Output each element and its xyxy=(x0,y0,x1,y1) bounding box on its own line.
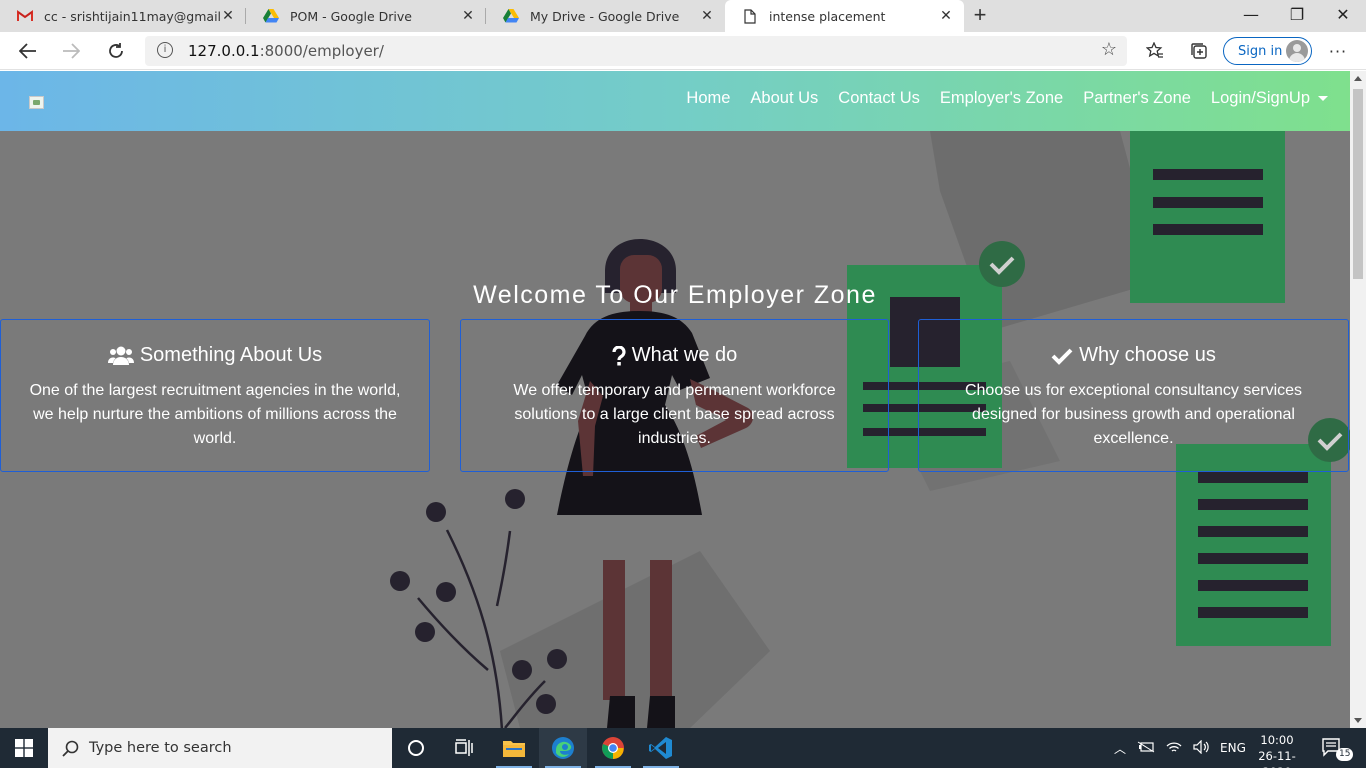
favorites-icon xyxy=(1146,42,1163,58)
tab-intense-placement[interactable]: intense placement ✕ xyxy=(725,0,964,32)
browser-tab-strip: cc - srishtijain11may@gmail.com ✕ POM - … xyxy=(0,0,1366,32)
chevron-up-icon[interactable]: ︿ xyxy=(1114,740,1126,757)
edge-icon xyxy=(552,737,574,759)
chrome-icon xyxy=(602,737,624,759)
windows-taskbar: Type here to search ︿ ENG 10:00 26-11-20… xyxy=(0,728,1366,768)
users-icon xyxy=(107,346,134,365)
taskbar-clock[interactable]: 10:00 26-11-2020 xyxy=(1246,732,1308,768)
question-icon xyxy=(612,345,626,365)
collections-icon xyxy=(1191,43,1207,59)
collections-button[interactable] xyxy=(1184,36,1214,66)
volume-icon[interactable] xyxy=(1193,739,1209,757)
wifi-icon[interactable] xyxy=(1166,740,1182,757)
scroll-down-arrow-icon[interactable] xyxy=(1354,718,1362,723)
windows-logo-icon xyxy=(15,739,33,757)
nav-links: Home About Us Contact Us Employer's Zone… xyxy=(686,89,1328,108)
card-what-we-do: What we do We offer temporary and perman… xyxy=(460,319,889,472)
browser-toolbar: i 127.0.0.1:8000/employer/ ☆ Sign in ··· xyxy=(0,32,1366,70)
avatar-icon xyxy=(1286,40,1308,62)
chrome-button[interactable] xyxy=(589,728,637,768)
file-explorer-button[interactable] xyxy=(490,728,538,768)
page-scrollbar[interactable] xyxy=(1350,71,1366,728)
card-title: Why choose us xyxy=(1079,344,1216,366)
favorites-button[interactable] xyxy=(1140,36,1170,66)
vscode-icon xyxy=(649,737,672,759)
forward-arrow-icon xyxy=(63,43,80,59)
nav-home[interactable]: Home xyxy=(686,89,730,108)
action-center-button[interactable]: 15 xyxy=(1312,728,1354,768)
nav-partners-zone[interactable]: Partner's Zone xyxy=(1083,89,1191,108)
card-why-choose-us: Why choose us Choose us for exceptional … xyxy=(918,319,1349,472)
settings-menu-button[interactable]: ··· xyxy=(1323,36,1353,66)
clock-date: 26-11-2020 xyxy=(1258,749,1296,768)
hero-section: Welcome To Our Employer Zone Something A… xyxy=(0,131,1350,728)
google-drive-icon xyxy=(502,8,520,24)
card-title: What we do xyxy=(631,344,738,366)
close-window-button[interactable]: ✕ xyxy=(1320,0,1366,32)
gmail-icon xyxy=(16,8,34,24)
close-icon[interactable]: ✕ xyxy=(938,8,954,24)
task-view-button[interactable] xyxy=(440,728,488,768)
document-card-top-right xyxy=(1130,131,1285,303)
battery-icon[interactable] xyxy=(1137,741,1155,756)
site-info-icon[interactable]: i xyxy=(157,42,173,58)
hero-title: Welcome To Our Employer Zone xyxy=(473,281,877,309)
vscode-button[interactable] xyxy=(637,728,685,768)
nav-login-signup-dropdown[interactable]: Login/SignUp xyxy=(1211,89,1328,108)
cortana-button[interactable] xyxy=(392,728,440,768)
start-button[interactable] xyxy=(0,728,48,768)
favorite-star-icon[interactable]: ☆ xyxy=(1101,39,1117,60)
card-title: Something About Us xyxy=(139,344,323,366)
more-icon: ··· xyxy=(1328,41,1348,61)
new-tab-button[interactable]: + xyxy=(968,4,992,28)
language-indicator[interactable]: ENG xyxy=(1220,741,1246,755)
minimize-button[interactable]: — xyxy=(1228,0,1274,32)
card-body: One of the largest recruitment agencies … xyxy=(29,382,401,447)
sign-in-button[interactable]: Sign in xyxy=(1223,37,1312,65)
refresh-button[interactable] xyxy=(101,36,131,66)
taskbar-search-box[interactable]: Type here to search xyxy=(48,728,392,768)
task-view-icon xyxy=(455,739,473,756)
google-drive-icon xyxy=(262,8,280,24)
system-tray: ︿ ENG xyxy=(1114,728,1246,768)
nav-contact-us[interactable]: Contact Us xyxy=(838,89,920,108)
close-icon[interactable]: ✕ xyxy=(460,8,476,24)
card-body: We offer temporary and permanent workfor… xyxy=(513,382,836,447)
tab-pom-drive[interactable]: POM - Google Drive ✕ xyxy=(246,0,486,32)
scrollbar-thumb[interactable] xyxy=(1353,89,1363,279)
close-icon[interactable]: ✕ xyxy=(220,8,236,24)
back-button[interactable] xyxy=(13,36,43,66)
back-arrow-icon xyxy=(19,43,36,59)
tab-my-drive[interactable]: My Drive - Google Drive ✕ xyxy=(486,0,725,32)
search-icon xyxy=(62,740,79,757)
tab-label: My Drive - Google Drive xyxy=(530,8,680,24)
check-icon xyxy=(1051,348,1073,365)
edge-browser-button[interactable] xyxy=(539,728,587,768)
refresh-icon xyxy=(109,43,123,58)
page-viewport: Home About Us Contact Us Employer's Zone… xyxy=(0,71,1350,728)
folder-icon xyxy=(503,741,525,757)
nav-about-us[interactable]: About Us xyxy=(750,89,818,108)
close-icon[interactable]: ✕ xyxy=(699,8,715,24)
page-icon xyxy=(741,8,759,24)
tab-label: POM - Google Drive xyxy=(290,8,412,24)
scroll-up-arrow-icon[interactable] xyxy=(1354,76,1362,81)
address-bar[interactable]: i 127.0.0.1:8000/employer/ ☆ xyxy=(145,36,1127,66)
tab-label: intense placement xyxy=(769,8,886,24)
search-placeholder: Type here to search xyxy=(89,740,232,756)
card-about-us: Something About Us One of the largest re… xyxy=(0,319,430,472)
broken-logo-image[interactable] xyxy=(29,96,44,109)
forward-button[interactable] xyxy=(56,36,86,66)
clock-time: 10:00 xyxy=(1260,733,1294,747)
cortana-icon xyxy=(408,740,424,756)
tab-gmail[interactable]: cc - srishtijain11may@gmail.com ✕ xyxy=(0,0,246,32)
restore-button[interactable]: ❐ xyxy=(1274,0,1320,32)
nav-employers-zone[interactable]: Employer's Zone xyxy=(940,89,1063,108)
card-body: Choose us for exceptional consultancy se… xyxy=(964,382,1303,447)
notification-count-badge: 15 xyxy=(1336,748,1354,761)
site-navbar: Home About Us Contact Us Employer's Zone… xyxy=(0,71,1350,131)
caret-down-icon xyxy=(1318,96,1328,102)
tab-label: cc - srishtijain11may@gmail.com xyxy=(44,8,220,24)
url-text: 127.0.0.1:8000/employer/ xyxy=(188,42,384,60)
